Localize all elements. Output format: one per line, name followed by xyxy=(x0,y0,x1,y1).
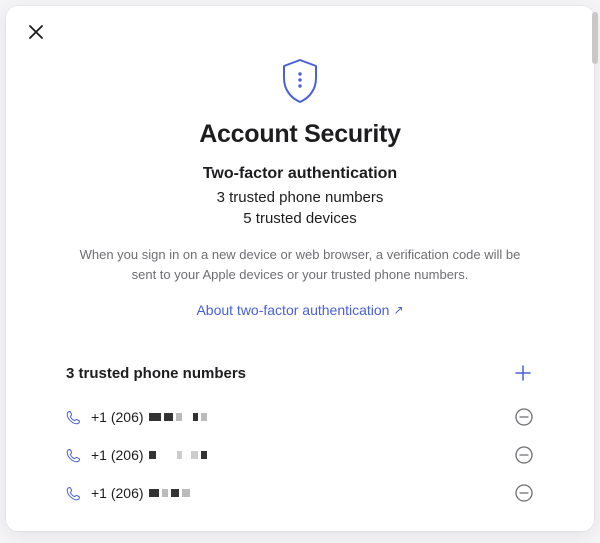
remove-phone-button[interactable] xyxy=(514,483,534,503)
phone-prefix: +1 (206) xyxy=(91,409,144,425)
close-icon xyxy=(29,25,43,39)
phone-prefix: +1 (206) xyxy=(91,447,144,463)
summary-phones: 3 trusted phone numbers xyxy=(66,189,534,206)
plus-icon xyxy=(515,365,531,381)
summary-devices: 5 trusted devices xyxy=(66,210,534,227)
redacted-digits xyxy=(149,451,207,459)
phone-item: +1 (206) xyxy=(66,398,534,436)
phone-number: +1 (206) xyxy=(91,447,207,463)
remove-icon xyxy=(515,408,533,426)
external-link-icon: ↗ xyxy=(393,303,403,317)
shield-icon xyxy=(280,58,320,104)
phone-item: +1 (206) xyxy=(66,436,534,474)
redacted-digits xyxy=(149,413,207,421)
phone-icon xyxy=(66,410,81,425)
remove-icon xyxy=(515,446,533,464)
header-section: Account Security Two-factor authenticati… xyxy=(6,6,594,320)
phone-prefix: +1 (206) xyxy=(91,485,144,501)
phones-section-title: 3 trusted phone numbers xyxy=(66,365,246,382)
learn-more-label: About two-factor authentication xyxy=(196,302,389,318)
account-security-modal: Account Security Two-factor authenticati… xyxy=(6,6,594,531)
learn-more-link[interactable]: About two-factor authentication ↗ xyxy=(196,302,403,318)
phone-number: +1 (206) xyxy=(91,485,190,501)
subtitle: Two-factor authentication xyxy=(66,165,534,183)
add-phone-button[interactable] xyxy=(512,362,534,384)
phone-item: +1 (206) xyxy=(66,474,534,512)
phone-list: +1 (206) xyxy=(66,398,534,512)
phone-icon xyxy=(66,448,81,463)
page-title: Account Security xyxy=(66,120,534,149)
redacted-digits xyxy=(149,489,190,497)
phone-icon xyxy=(66,486,81,501)
phone-number: +1 (206) xyxy=(91,409,207,425)
remove-phone-button[interactable] xyxy=(514,407,534,427)
trusted-phones-section: 3 trusted phone numbers +1 (206) xyxy=(6,362,594,512)
scrollbar-thumb[interactable] xyxy=(592,12,598,64)
remove-icon xyxy=(515,484,533,502)
phones-section-header: 3 trusted phone numbers xyxy=(66,362,534,384)
close-button[interactable] xyxy=(26,22,46,42)
remove-phone-button[interactable] xyxy=(514,445,534,465)
description-text: When you sign in on a new device or web … xyxy=(66,245,534,284)
